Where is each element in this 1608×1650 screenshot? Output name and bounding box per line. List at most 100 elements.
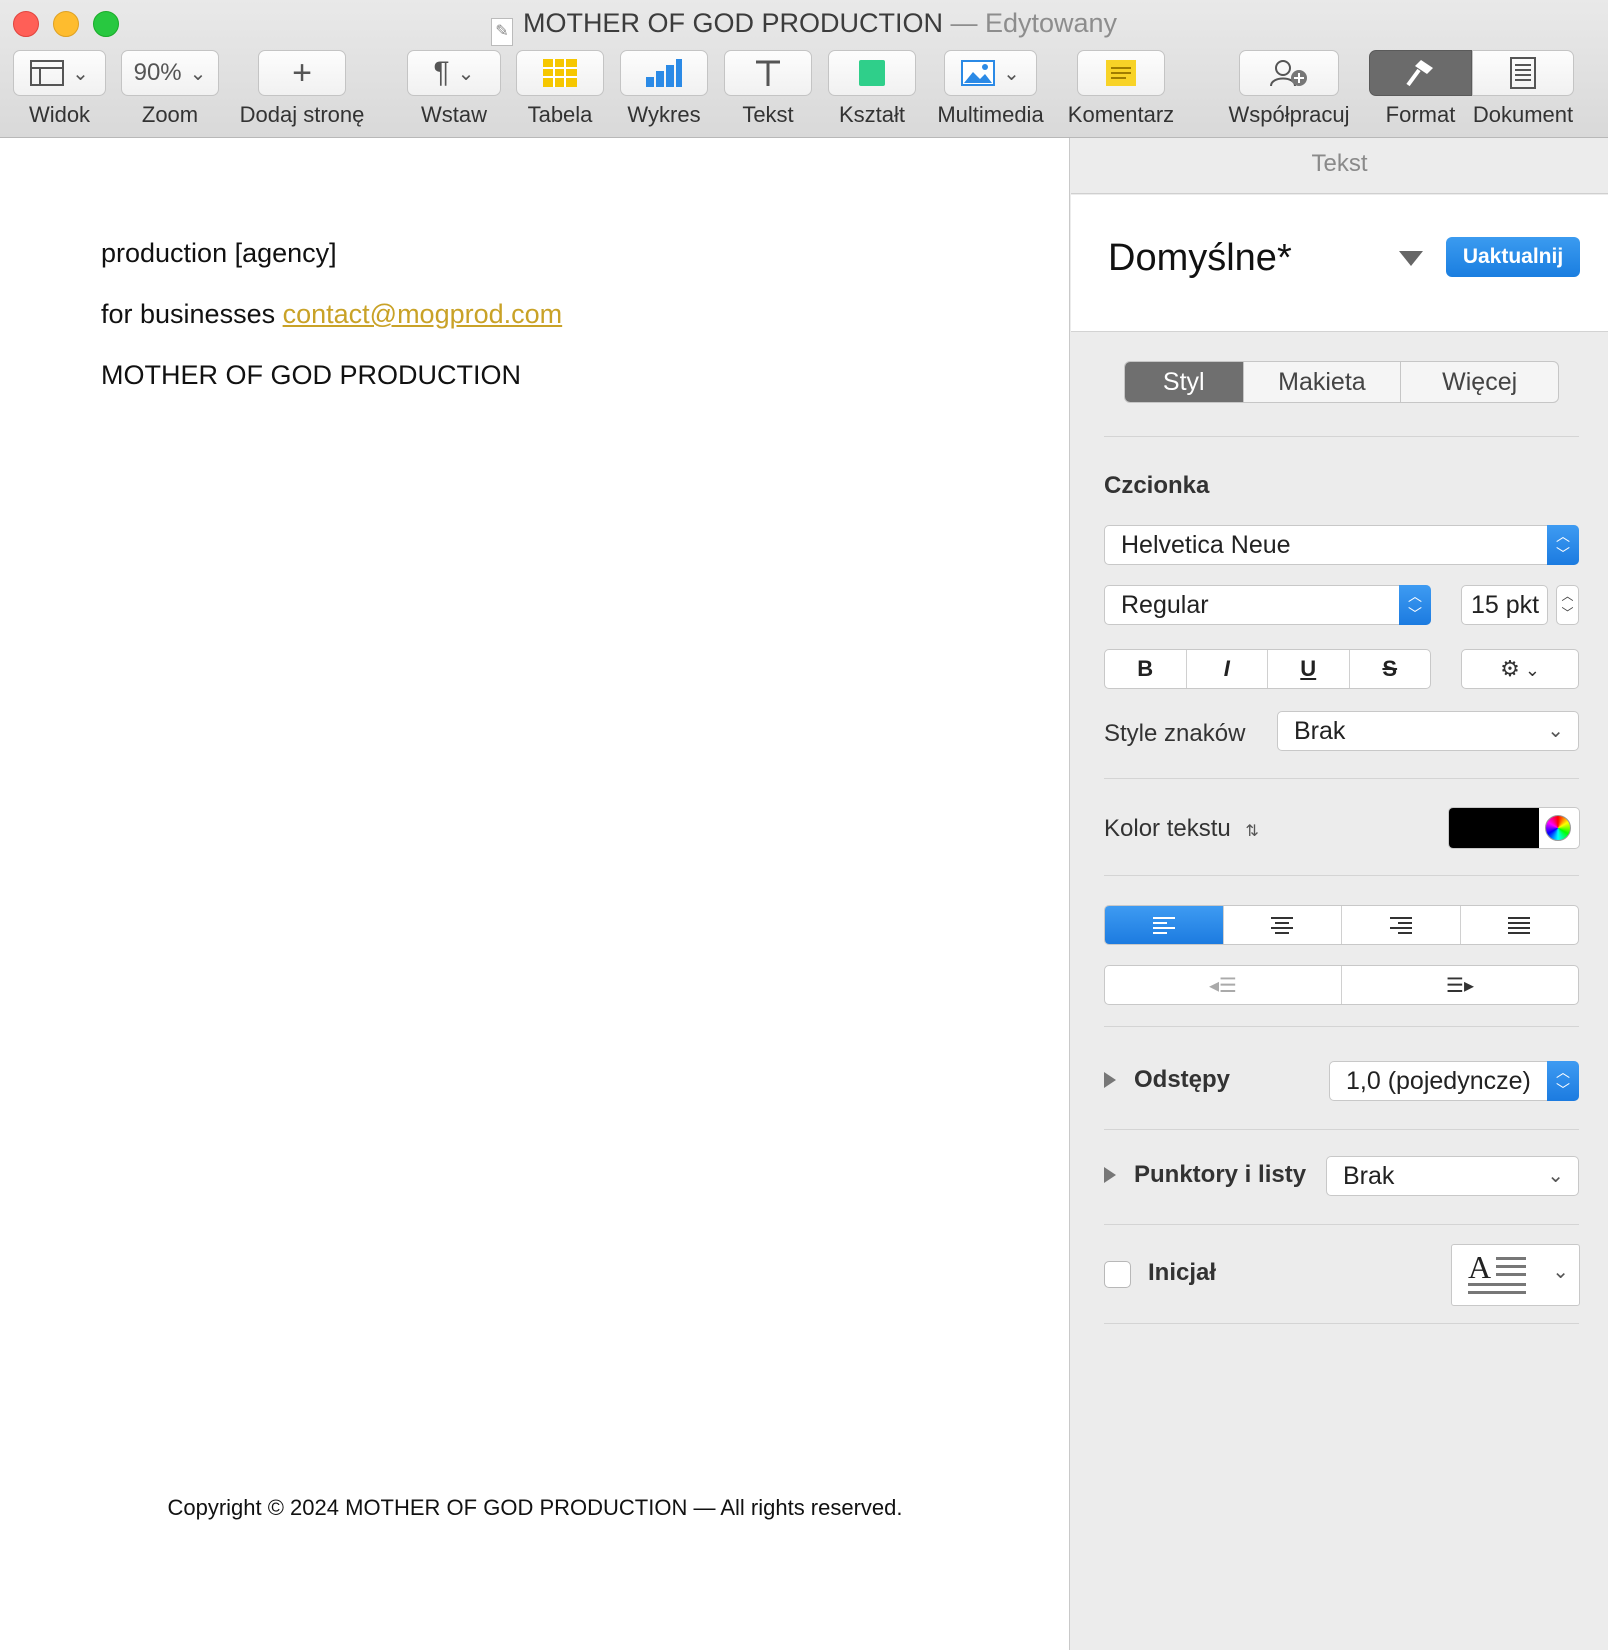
table-tool[interactable]: Tabela: [516, 50, 604, 127]
document-page-icon: [1510, 57, 1536, 89]
document-tool[interactable]: Dokument: [1472, 50, 1574, 127]
dropcap-label: Inicjał: [1148, 1259, 1217, 1286]
alignment-buttons: [1104, 905, 1579, 945]
text-color-swatch[interactable]: [1449, 808, 1539, 848]
increase-indent-button[interactable]: ☰▸: [1342, 966, 1578, 1004]
shape-tool[interactable]: Kształt: [828, 50, 916, 127]
body-text-line-2[interactable]: for businesses contact@mogprod.com: [101, 299, 562, 330]
contact-email-link[interactable]: contact@mogprod.com: [283, 299, 563, 329]
spacing-select[interactable]: 1,0 (pojedyncze) ︿ ﹀: [1329, 1061, 1579, 1101]
style-dropdown-triangle-icon[interactable]: [1399, 251, 1423, 266]
indent-buttons: ◂☰ ☰▸: [1104, 965, 1579, 1005]
paragraph-style-row: Domyślne* Uaktualnij: [1071, 195, 1608, 332]
italic-button[interactable]: I: [1187, 650, 1268, 688]
dropcap-letter: A: [1468, 1249, 1492, 1285]
spacing-disclosure-triangle-icon[interactable]: [1104, 1072, 1116, 1088]
dropcap-preview-line: [1496, 1265, 1526, 1268]
dropcap-style-select[interactable]: A ⌄: [1451, 1244, 1580, 1306]
strikethrough-button[interactable]: S: [1350, 650, 1431, 688]
table-button[interactable]: [516, 50, 604, 96]
collaborate-button[interactable]: [1239, 50, 1339, 96]
align-left-button[interactable]: [1105, 906, 1224, 944]
window-titlebar: ✎ MOTHER OF GOD PRODUCTION — Edytowany ⌄ …: [0, 0, 1608, 138]
window-title: ✎ MOTHER OF GOD PRODUCTION — Edytowany: [0, 8, 1608, 46]
chevron-down-icon: ⌄: [1547, 720, 1564, 742]
underline-button[interactable]: U: [1268, 650, 1350, 688]
comment-button[interactable]: [1077, 50, 1165, 96]
divider: [1104, 875, 1579, 876]
bold-button[interactable]: B: [1105, 650, 1187, 688]
indent-icon: ☰▸: [1446, 974, 1474, 997]
align-center-icon: [1271, 916, 1294, 934]
up-down-arrows-icon: ︿ ﹀: [1547, 525, 1579, 565]
advanced-options-button[interactable]: ⚙ ⌄: [1461, 649, 1579, 689]
document-icon: ✎: [490, 18, 513, 46]
align-center-button[interactable]: [1224, 906, 1342, 944]
decrease-indent-button[interactable]: ◂☰: [1105, 966, 1342, 1004]
font-size-stepper[interactable]: ︿ ﹀: [1556, 585, 1579, 625]
view-button[interactable]: ⌄: [13, 50, 106, 96]
edited-indicator: — Edytowany: [950, 8, 1118, 38]
text-style-buttons: B I U S: [1104, 649, 1431, 689]
comment-tool[interactable]: Komentarz: [1068, 50, 1174, 127]
format-inspector: Tekst Domyślne* Uaktualnij Styl Makieta …: [1071, 138, 1608, 1650]
media-tool[interactable]: ⌄ Multimedia: [937, 50, 1044, 127]
view-tool[interactable]: ⌄ Widok: [13, 50, 106, 127]
chart-button[interactable]: [620, 50, 708, 96]
update-style-button[interactable]: Uaktualnij: [1446, 237, 1580, 277]
chevron-down-icon: ⌄: [1003, 62, 1020, 85]
format-button[interactable]: [1369, 50, 1472, 96]
text-tool[interactable]: Tekst: [724, 50, 812, 127]
character-styles-select[interactable]: Brak ⌄: [1277, 711, 1579, 751]
zoom-tool[interactable]: 90% ⌄ Zoom: [121, 50, 219, 127]
sidebar-layout-icon: [30, 60, 65, 86]
add-page-button[interactable]: +: [258, 50, 346, 96]
chevron-down-icon: ⌄: [1547, 1165, 1564, 1187]
font-weight-select[interactable]: Regular ︿ ﹀: [1104, 585, 1431, 625]
shape-button[interactable]: [828, 50, 916, 96]
copyright-footer[interactable]: Copyright © 2024 MOTHER OF GOD PRODUCTIO…: [0, 1495, 1070, 1521]
text-button[interactable]: [724, 50, 812, 96]
text-color-label[interactable]: Kolor tekstu ⇅: [1104, 815, 1259, 843]
justify-button[interactable]: [1461, 906, 1579, 944]
font-family-select[interactable]: Helvetica Neue ︿ ﹀: [1104, 525, 1579, 565]
align-right-button[interactable]: [1342, 906, 1461, 944]
dropcap-checkbox[interactable]: [1104, 1261, 1131, 1288]
document-button[interactable]: [1472, 50, 1574, 96]
chart-tool[interactable]: Wykres: [620, 50, 708, 127]
body-text-line-1[interactable]: production [agency]: [101, 238, 337, 269]
insert-button[interactable]: ¶ ⌄: [407, 50, 501, 96]
zoom-button[interactable]: 90% ⌄: [121, 50, 219, 96]
tab-more[interactable]: Więcej: [1401, 362, 1558, 402]
table-label: Tabela: [527, 102, 593, 127]
text-label: Tekst: [742, 102, 794, 127]
collaborate-tool[interactable]: Współpracuj: [1228, 50, 1350, 127]
body-text-line-3[interactable]: MOTHER OF GOD PRODUCTION: [101, 360, 521, 391]
bullets-disclosure-triangle-icon[interactable]: [1104, 1167, 1116, 1183]
insert-tool[interactable]: ¶ ⌄ Wstaw: [407, 50, 501, 127]
add-page-tool[interactable]: + Dodaj stronę: [240, 50, 364, 127]
tab-style[interactable]: Styl: [1125, 362, 1244, 402]
collaborate-label: Współpracuj: [1228, 102, 1350, 127]
up-down-arrows-icon: ︿ ﹀: [1399, 585, 1431, 625]
businesses-text: for businesses: [101, 299, 276, 329]
bullets-lists-value: Brak: [1343, 1162, 1395, 1190]
bullets-lists-label[interactable]: Punktory i listy: [1134, 1161, 1306, 1189]
shape-label: Kształt: [838, 102, 906, 127]
image-icon: [961, 60, 996, 86]
paragraph-style-name[interactable]: Domyślne*: [1108, 237, 1292, 280]
divider: [1104, 1129, 1579, 1130]
text-color-well[interactable]: [1448, 807, 1580, 849]
document-canvas[interactable]: production [agency] for businesses conta…: [0, 138, 1070, 1650]
plus-icon: +: [292, 53, 312, 92]
format-tool[interactable]: Format: [1369, 50, 1472, 127]
align-right-icon: [1389, 916, 1412, 934]
divider: [1104, 778, 1579, 779]
view-label: Widok: [28, 102, 91, 127]
tab-layout[interactable]: Makieta: [1244, 362, 1402, 402]
bullets-lists-select[interactable]: Brak ⌄: [1326, 1156, 1579, 1196]
font-size-field[interactable]: 15 pkt: [1461, 585, 1548, 625]
color-wheel-icon[interactable]: [1545, 815, 1571, 841]
spacing-label[interactable]: Odstępy: [1134, 1066, 1230, 1094]
media-button[interactable]: ⌄: [944, 50, 1037, 96]
